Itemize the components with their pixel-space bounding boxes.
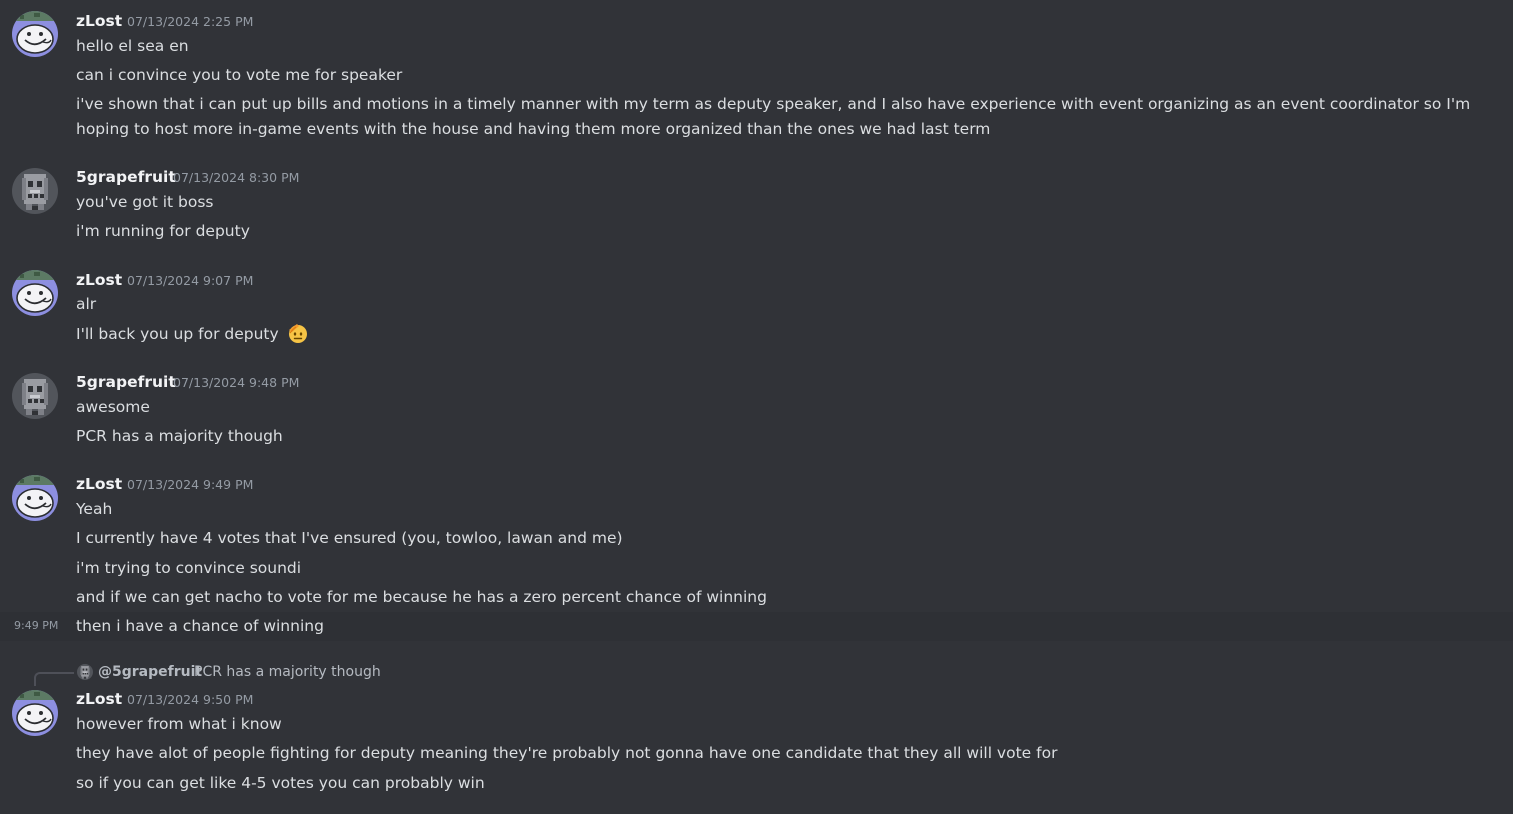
hover-timestamp: 9:49 PM xyxy=(14,619,59,632)
username[interactable]: 5grapefruit xyxy=(76,372,176,392)
message-text: however from what i know xyxy=(76,715,282,733)
message-timestamp: 07/13/2024 9:07 PM xyxy=(127,273,254,288)
zlost-avatar-icon[interactable] xyxy=(12,690,58,736)
username[interactable]: 5grapefruit xyxy=(76,167,176,187)
message-text: awesome xyxy=(76,398,150,416)
reply-connector xyxy=(34,672,74,686)
message-text: I'll back you up for deputy xyxy=(76,325,279,343)
message-timestamp: 07/13/2024 9:49 PM xyxy=(127,477,254,492)
message-timestamp: 07/13/2024 2:25 PM xyxy=(127,14,254,29)
username[interactable]: zLost xyxy=(76,474,122,494)
message-text: i've shown that i can put up bills and m… xyxy=(76,95,1471,138)
message-text: hello el sea en xyxy=(76,37,189,55)
username[interactable]: zLost xyxy=(76,270,122,290)
message-text: they have alot of people fighting for de… xyxy=(76,744,1058,762)
message-timestamp: 07/13/2024 9:48 PM xyxy=(173,375,300,390)
chat-messages: zLost 07/13/2024 2:25 PM hello el sea en… xyxy=(0,0,1513,814)
zlost-avatar-icon[interactable] xyxy=(12,270,58,316)
message-text: so if you can get like 4-5 votes you can… xyxy=(76,774,485,792)
message-text-with-emoji: I'll back you up for deputy xyxy=(76,322,1486,347)
message-text: i'm running for deputy xyxy=(76,222,250,240)
message-text: alr xyxy=(76,295,97,313)
grapefruit-avatar-icon[interactable] xyxy=(12,373,58,419)
message-text: and if we can get nacho to vote for me b… xyxy=(76,588,767,606)
grapefruit-avatar-icon[interactable] xyxy=(12,168,58,214)
username[interactable]: zLost xyxy=(76,11,122,31)
saluting-face-emoji-icon xyxy=(288,323,307,343)
message-text: Yeah xyxy=(76,500,113,518)
message-timestamp: 07/13/2024 8:30 PM xyxy=(173,170,300,185)
message-text: PCR has a majority though xyxy=(76,427,283,445)
reply-preview-text[interactable]: PCR has a majority though xyxy=(194,662,381,682)
message-text: you've got it boss xyxy=(76,193,214,211)
zlost-avatar-icon[interactable] xyxy=(12,11,58,57)
message-text: i'm trying to convince soundi xyxy=(76,559,302,577)
reply-author[interactable]: @5grapefruit xyxy=(98,662,202,682)
username[interactable]: zLost xyxy=(76,689,122,709)
message-text: then i have a chance of winning xyxy=(76,617,324,635)
message-text: I currently have 4 votes that I've ensur… xyxy=(76,529,623,547)
zlost-avatar-icon[interactable] xyxy=(12,475,58,521)
message-text: can i convince you to vote me for speake… xyxy=(76,66,403,84)
grapefruit-avatar-icon[interactable] xyxy=(77,664,93,680)
message-timestamp: 07/13/2024 9:50 PM xyxy=(127,692,254,707)
